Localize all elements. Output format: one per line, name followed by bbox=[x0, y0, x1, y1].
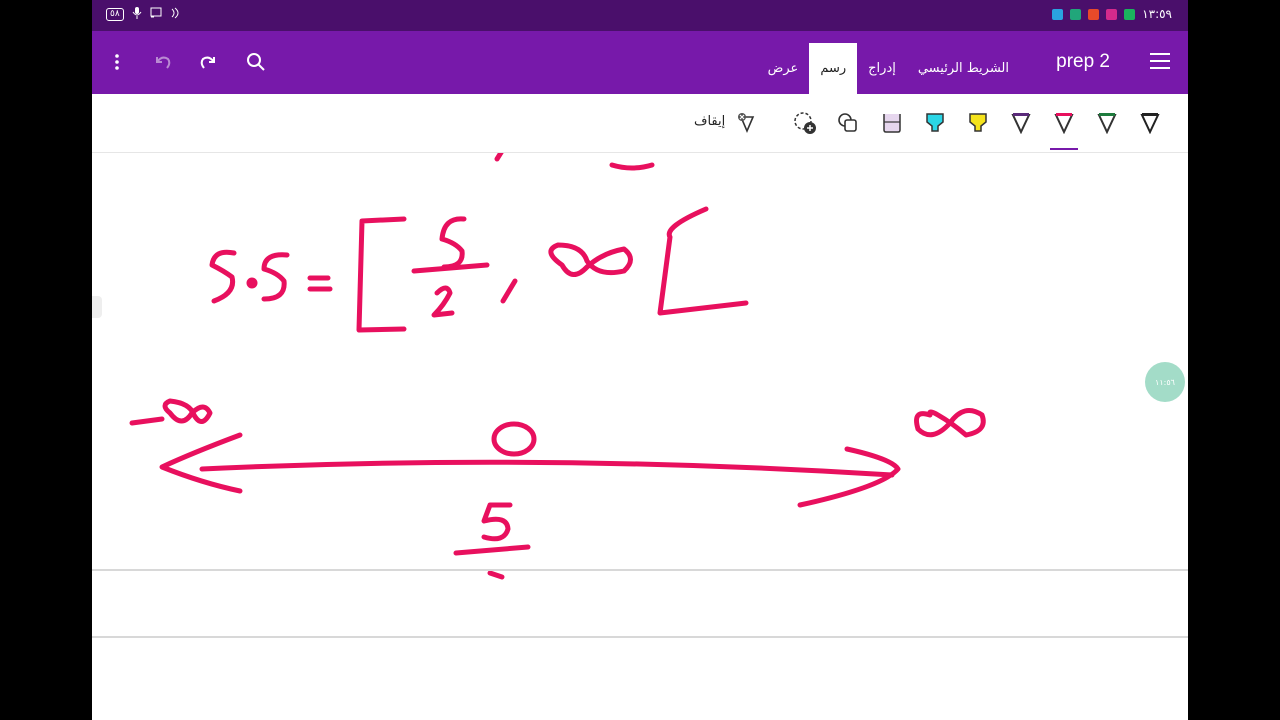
undo-icon[interactable] bbox=[150, 50, 174, 74]
mic-icon bbox=[132, 7, 142, 22]
highlighter-yellow-icon[interactable] bbox=[965, 110, 991, 136]
pen-pink-icon[interactable] bbox=[1051, 110, 1077, 136]
highlighter-lavender-icon[interactable] bbox=[879, 110, 905, 136]
stop-ink-label[interactable]: إيقاف bbox=[694, 114, 725, 129]
ribbon-tabs: الشريط الرئيسي إدراج رسم عرض bbox=[757, 43, 1020, 94]
telegram-icon bbox=[1052, 8, 1064, 20]
cast-icon bbox=[150, 7, 162, 22]
meet-icon bbox=[1070, 8, 1082, 20]
lasso-add-icon[interactable] bbox=[792, 110, 818, 136]
pen-purple-icon[interactable] bbox=[1008, 110, 1034, 136]
shapes-icon[interactable] bbox=[835, 110, 861, 136]
tab-draw[interactable]: رسم bbox=[809, 43, 858, 94]
onenote-app: ٥٨ ١٣:٥٩ prep 2 الشريط الرئيسي إدراج رسم… bbox=[92, 0, 1188, 720]
status-right: ١٣:٥٩ bbox=[1052, 7, 1172, 21]
status-bar: ٥٨ ١٣:٥٩ bbox=[92, 0, 1188, 31]
ruled-line bbox=[92, 636, 1188, 638]
search-icon[interactable] bbox=[244, 50, 268, 74]
time-badge[interactable]: ١١:٥٦ bbox=[1145, 362, 1185, 402]
pen-black-icon[interactable] bbox=[1137, 110, 1163, 136]
battery-icon: ٥٨ bbox=[106, 8, 124, 21]
draw-toolbar: إيقاف bbox=[92, 94, 1188, 153]
stop-ink-icon[interactable] bbox=[732, 110, 758, 136]
hamburger-icon[interactable] bbox=[1150, 53, 1170, 69]
clock: ١٣:٥٩ bbox=[1142, 7, 1172, 21]
app-bar: prep 2 الشريط الرئيسي إدراج رسم عرض bbox=[92, 31, 1188, 94]
redo-icon[interactable] bbox=[197, 50, 221, 74]
nfc-icon bbox=[170, 7, 182, 22]
video-icon bbox=[1106, 8, 1118, 20]
handwriting-layer bbox=[129, 153, 986, 580]
note-canvas[interactable] bbox=[92, 153, 1188, 720]
ruled-line bbox=[92, 569, 1188, 571]
tab-view[interactable]: عرض bbox=[757, 43, 810, 94]
tab-insert[interactable]: إدراج bbox=[857, 43, 907, 94]
status-left: ٥٨ bbox=[106, 7, 182, 22]
notebook-title[interactable]: prep 2 bbox=[1056, 51, 1110, 73]
tab-home[interactable]: الشريط الرئيسي bbox=[907, 43, 1020, 94]
more-icon[interactable] bbox=[105, 50, 129, 74]
office-icon bbox=[1088, 8, 1100, 20]
highlighter-cyan-icon[interactable] bbox=[922, 110, 948, 136]
facetime-icon bbox=[1124, 8, 1136, 20]
pen-green-icon[interactable] bbox=[1094, 110, 1120, 136]
selected-tool-indicator bbox=[1050, 148, 1078, 150]
